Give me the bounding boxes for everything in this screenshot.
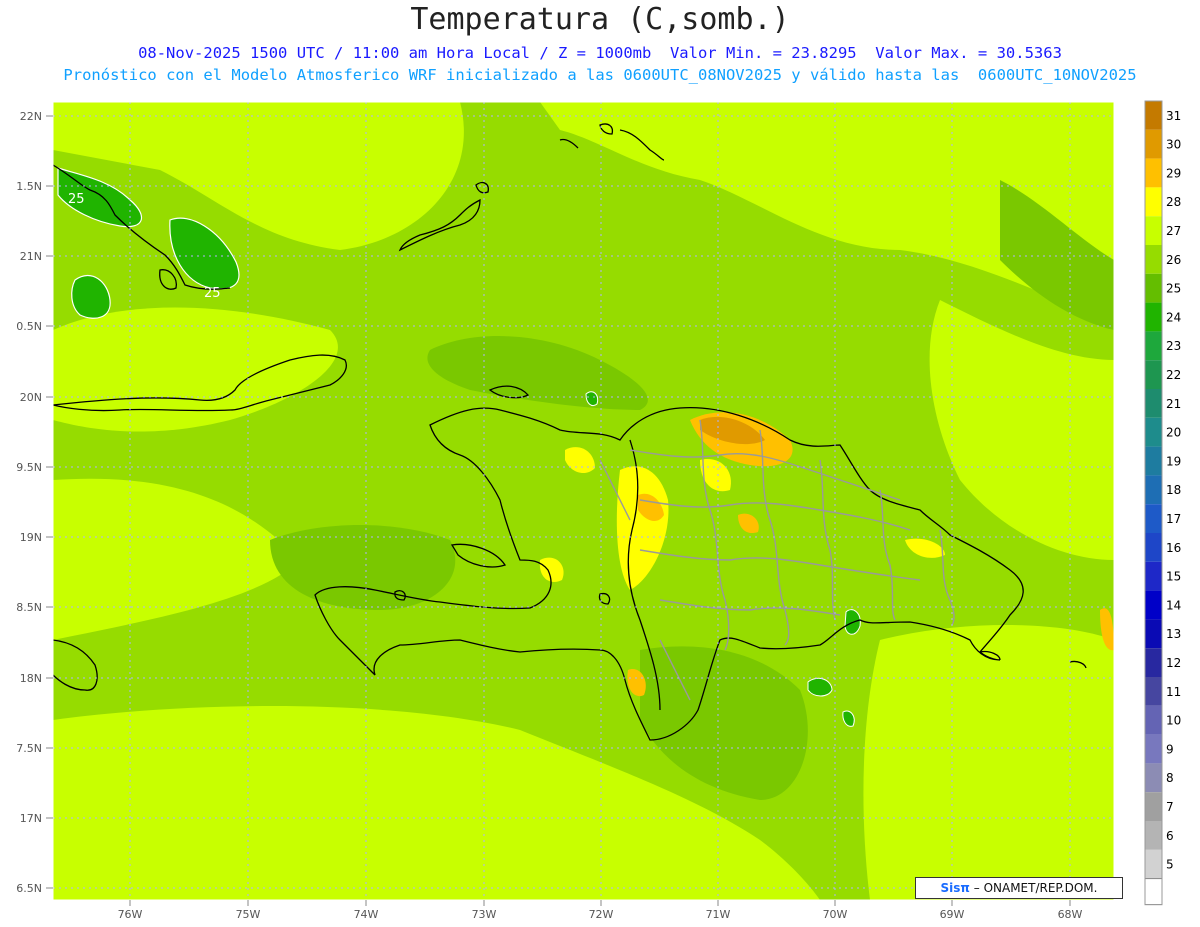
colorbar-label: 20 bbox=[1166, 426, 1181, 440]
lat-label: 20N bbox=[20, 391, 42, 404]
colorbar-swatch bbox=[1145, 216, 1162, 245]
colorbar-label: 5 bbox=[1166, 858, 1174, 872]
colorbar-label: 24 bbox=[1166, 310, 1181, 324]
colorbar-label: 29 bbox=[1166, 166, 1181, 180]
colorbar-swatch bbox=[1145, 158, 1162, 188]
colorbar-swatch bbox=[1145, 504, 1162, 533]
sispi-logo: Sisπ bbox=[940, 881, 970, 895]
colorbar-swatch bbox=[1145, 129, 1162, 159]
credit-text: – ONAMET/REP.DOM. bbox=[973, 881, 1098, 895]
colorbar-swatch bbox=[1145, 360, 1162, 389]
colorbar-label: 30 bbox=[1166, 138, 1181, 152]
colorbar-swatch bbox=[1145, 561, 1162, 591]
lon-ticks bbox=[129, 900, 1071, 906]
colorbar-label: 22 bbox=[1166, 368, 1181, 382]
colorbar-swatch bbox=[1145, 475, 1162, 505]
colorbar-label: 8 bbox=[1166, 771, 1174, 785]
colorbar-label: 7 bbox=[1166, 800, 1174, 814]
colorbar-swatch bbox=[1145, 533, 1162, 562]
lon-label: 70W bbox=[823, 908, 848, 921]
colorbar-swatch bbox=[1145, 590, 1162, 620]
lon-label: 68W bbox=[1058, 908, 1083, 921]
colorbar-label: 21 bbox=[1166, 397, 1181, 411]
contour-label: 25 bbox=[204, 286, 221, 301]
lat-label: 21N bbox=[20, 250, 42, 263]
lat-label: 9.5N bbox=[16, 461, 42, 474]
colorbar-swatch bbox=[1145, 734, 1162, 764]
colorbar-label: 28 bbox=[1166, 195, 1181, 209]
lat-label: 17N bbox=[20, 812, 42, 825]
colorbar-label: 16 bbox=[1166, 541, 1181, 555]
contour-label: 25 bbox=[68, 192, 85, 207]
colorbar-label: 31 bbox=[1166, 109, 1181, 123]
lat-ticks bbox=[46, 115, 53, 889]
lat-label: 7.5N bbox=[16, 742, 42, 755]
colorbar-label: 6 bbox=[1166, 829, 1174, 843]
lon-label: 75W bbox=[236, 908, 261, 921]
lat-label: 22N bbox=[20, 110, 42, 123]
lon-label: 71W bbox=[706, 908, 731, 921]
colorbar-swatch bbox=[1145, 849, 1162, 879]
lon-label: 76W bbox=[118, 908, 143, 921]
credit-box: Sisπ – ONAMET/REP.DOM. bbox=[915, 877, 1123, 899]
colorbar-swatch bbox=[1144, 878, 1163, 906]
lat-label: 18N bbox=[20, 672, 42, 685]
colorbar-swatch bbox=[1145, 705, 1162, 735]
colorbar-swatch bbox=[1145, 821, 1162, 850]
colorbar-swatch bbox=[1145, 273, 1162, 303]
lon-label: 72W bbox=[589, 908, 614, 921]
colorbar-swatch bbox=[1145, 619, 1162, 649]
lat-label: 8.5N bbox=[16, 601, 42, 614]
colorbar-swatch bbox=[1145, 245, 1162, 274]
colorbar-label: 12 bbox=[1166, 656, 1181, 670]
temperature-map: 25 25 22N 1.5N 21N 0.5N 20N 9.5N 19N 8.5… bbox=[16, 100, 1181, 921]
colorbar-label: 23 bbox=[1166, 339, 1181, 353]
colorbar-swatch bbox=[1145, 446, 1162, 476]
colorbar-label: 10 bbox=[1166, 714, 1181, 728]
lat-label: 6.5N bbox=[16, 882, 42, 895]
colorbar-label: 27 bbox=[1166, 224, 1181, 238]
colorbar-swatch bbox=[1145, 187, 1162, 217]
colorbar-label: 15 bbox=[1166, 570, 1181, 584]
colorbar-swatch bbox=[1145, 763, 1162, 793]
lon-label: 69W bbox=[940, 908, 965, 921]
colorbar-label: 11 bbox=[1166, 685, 1181, 699]
lon-label: 74W bbox=[354, 908, 379, 921]
colorbar-label: 19 bbox=[1166, 454, 1181, 468]
colorbar-label: 14 bbox=[1166, 598, 1181, 612]
colorbar-label: 13 bbox=[1166, 627, 1181, 641]
colorbar-swatch bbox=[1145, 792, 1162, 821]
colorbar-swatch bbox=[1145, 302, 1162, 332]
colorbar-swatch bbox=[1145, 331, 1162, 361]
colorbar-label: 9 bbox=[1166, 742, 1174, 756]
colorbar-swatch bbox=[1145, 389, 1162, 418]
colorbar-swatch bbox=[1145, 417, 1162, 447]
colorbar-label: 26 bbox=[1166, 253, 1181, 267]
lat-label: 1.5N bbox=[16, 180, 42, 193]
colorbar: 31 30 29 28 27 26 25 24 23 22 21 20 19 18 17 16 15 14 13 12… bbox=[1144, 100, 1181, 906]
colorbar-swatch bbox=[1145, 101, 1162, 130]
lon-label: 73W bbox=[472, 908, 497, 921]
map-field bbox=[53, 102, 1114, 900]
lat-label: 0.5N bbox=[16, 320, 42, 333]
colorbar-label: 18 bbox=[1166, 483, 1181, 497]
colorbar-label: 17 bbox=[1166, 512, 1181, 526]
colorbar-swatch bbox=[1145, 648, 1162, 677]
colorbar-swatch bbox=[1145, 677, 1162, 706]
lat-label: 19N bbox=[20, 531, 42, 544]
colorbar-label: 25 bbox=[1166, 282, 1181, 296]
